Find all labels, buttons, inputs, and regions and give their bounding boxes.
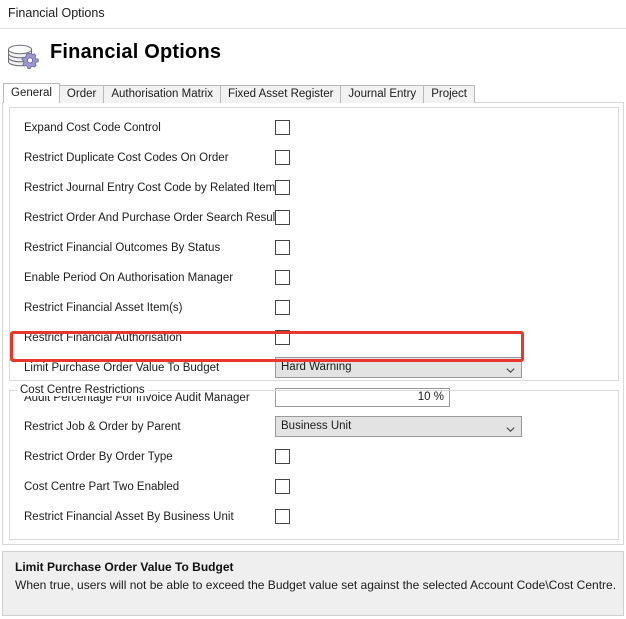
window-title: Financial Options	[8, 6, 105, 20]
checkbox-restrict-financial-asset-by-business-unit[interactable]	[275, 509, 290, 524]
page-title: Financial Options	[50, 41, 222, 63]
checkbox-restrict-duplicate-cost-codes-on-order[interactable]	[275, 150, 290, 165]
tab-fixed-asset-register[interactable]: Fixed Asset Register	[219, 85, 342, 103]
checkbox-expand-cost-code-control[interactable]	[275, 120, 290, 135]
general-options-group: Expand Cost Code Control Restrict Duplica…	[9, 107, 619, 407]
option-label-restrict-financial-asset-item-s: Restrict Financial Asset Item(s)	[24, 302, 183, 314]
option-label-restrict-journal-entry-cost-code-by-related-item: Restrict Journal Entry Cost Code by Rela…	[24, 182, 276, 194]
option-row-restrict-financial-outcomes-by-status: Restrict Financial Outcomes By Status	[10, 236, 618, 266]
tab-order[interactable]: Order	[58, 85, 105, 103]
help-panel-title: Limit Purchase Order Value To Budget	[15, 560, 234, 574]
option-row-restrict-journal-entry-cost-code-by-related-item: Restrict Journal Entry Cost Code by Rela…	[10, 176, 618, 206]
cost-centre-group-legend: Cost Centre Restrictions	[17, 384, 148, 396]
checkbox-restrict-financial-outcomes-by-status[interactable]	[275, 240, 290, 255]
combobox-limit-purchase-order-value-to-budget[interactable]: Hard Warning	[275, 357, 522, 378]
checkbox-enable-period-on-authorisation-manager[interactable]	[275, 270, 290, 285]
combobox-restrict-job-order-by-parent[interactable]: Business Unit	[275, 416, 522, 437]
option-label-enable-period-on-authorisation-manager: Enable Period On Authorisation Manager	[24, 272, 234, 284]
option-label-restrict-financial-authorisation: Restrict Financial Authorisation	[24, 332, 182, 344]
option-label-restrict-order-and-purchase-order-search-result: Restrict Order And Purchase Order Search…	[24, 212, 279, 224]
option-row-restrict-duplicate-cost-codes-on-order: Restrict Duplicate Cost Codes On Order	[10, 146, 618, 176]
option-label-expand-cost-code-control: Expand Cost Code Control	[24, 122, 161, 134]
tab-journal-entry[interactable]: Journal Entry	[340, 85, 425, 103]
option-row-limit-purchase-order-value-to-budget: Limit Purchase Order Value To Budget Hard…	[10, 356, 618, 386]
option-label-restrict-financial-asset-by-business-unit: Restrict Financial Asset By Business Uni…	[24, 511, 234, 523]
tab-general[interactable]: General	[3, 83, 60, 103]
help-panel-description: When true, users will not be able to exc…	[15, 578, 617, 592]
chevron-down-icon	[506, 423, 515, 432]
option-label-cost-centre-part-two-enabled: Cost Centre Part Two Enabled	[24, 481, 180, 493]
option-label-limit-purchase-order-value-to-budget: Limit Purchase Order Value To Budget	[24, 362, 220, 374]
checkbox-restrict-financial-asset-item-s[interactable]	[275, 300, 290, 315]
tab-strip: General Order Authorisation Matrix Fixed As…	[3, 83, 475, 103]
chevron-down-icon	[506, 364, 515, 373]
window-titlebar: Financial Options	[0, 0, 626, 29]
tab-authorisation-matrix[interactable]: Authorisation Matrix	[103, 85, 221, 103]
option-row-enable-period-on-authorisation-manager: Enable Period On Authorisation Manager	[10, 266, 618, 296]
option-row-expand-cost-code-control: Expand Cost Code Control	[10, 116, 618, 146]
option-row-restrict-order-and-purchase-order-search-result: Restrict Order And Purchase Order Search…	[10, 206, 618, 236]
financial-options-window: Financial Options Financial Options Gene…	[0, 0, 626, 619]
option-row-restrict-job-order-by-parent: Restrict Job & Order by Parent Business U…	[10, 415, 618, 445]
checkbox-cost-centre-part-two-enabled[interactable]	[275, 479, 290, 494]
tab-project[interactable]: Project	[423, 85, 475, 103]
option-row-restrict-order-by-order-type: Restrict Order By Order Type	[10, 445, 618, 475]
page-header: Financial Options	[0, 30, 626, 83]
checkbox-restrict-financial-authorisation[interactable]	[275, 330, 290, 345]
option-label-restrict-financial-outcomes-by-status: Restrict Financial Outcomes By Status	[24, 242, 221, 254]
option-label-restrict-job-order-by-parent: Restrict Job & Order by Parent	[24, 421, 181, 433]
option-row-restrict-financial-asset-by-business-unit: Restrict Financial Asset By Business Uni…	[10, 505, 618, 535]
checkbox-restrict-order-by-order-type[interactable]	[275, 449, 290, 464]
database-gear-icon	[4, 36, 44, 76]
option-label-restrict-duplicate-cost-codes-on-order: Restrict Duplicate Cost Codes On Order	[24, 152, 229, 164]
checkbox-restrict-journal-entry-cost-code-by-related-item[interactable]	[275, 180, 290, 195]
cost-centre-restrictions-group: Cost Centre Restrictions Restrict Job & …	[9, 384, 619, 540]
combobox-value-limit-purchase-order-value-to-budget: Hard Warning	[281, 361, 352, 373]
option-row-restrict-financial-asset-item-s: Restrict Financial Asset Item(s)	[10, 296, 618, 326]
help-panel: Limit Purchase Order Value To Budget Whe…	[2, 551, 624, 616]
checkbox-restrict-order-and-purchase-order-search-result[interactable]	[275, 210, 290, 225]
option-row-cost-centre-part-two-enabled: Cost Centre Part Two Enabled	[10, 475, 618, 505]
option-label-restrict-order-by-order-type: Restrict Order By Order Type	[24, 451, 173, 463]
option-row-restrict-financial-authorisation: Restrict Financial Authorisation	[10, 326, 618, 356]
tab-page-general: Expand Cost Code Control Restrict Duplica…	[2, 102, 624, 545]
combobox-value-restrict-job-order-by-parent: Business Unit	[281, 420, 352, 432]
